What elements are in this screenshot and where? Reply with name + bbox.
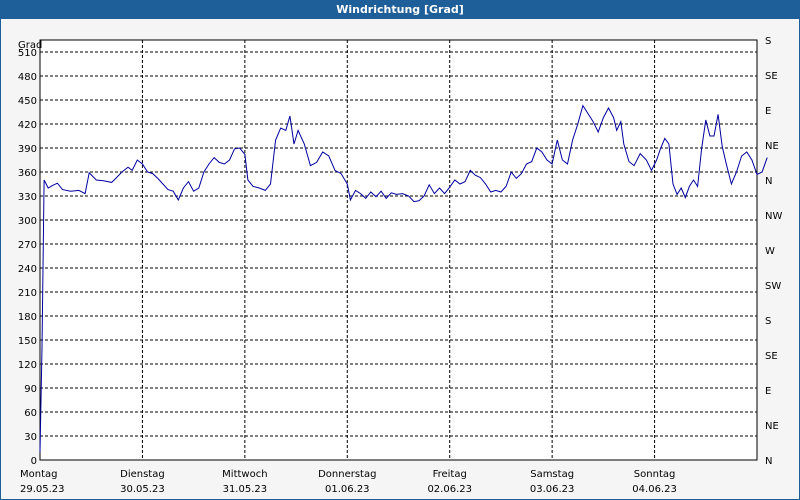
- y2-tick-label: SW: [765, 281, 781, 292]
- x-tick-date: 03.06.23: [530, 484, 575, 495]
- y-tick-label: 450: [18, 96, 37, 107]
- y-tick-label: 300: [18, 216, 37, 227]
- y-tick-label: 120: [18, 360, 37, 371]
- x-tick-date: 01.06.23: [325, 484, 370, 495]
- x-tick-day: Montag: [20, 469, 57, 480]
- x-axis-ticks: Montag 29.05.23 Dienstag 30.05.23 Mittwoch 31…: [20, 469, 677, 495]
- y-tick-label: 360: [18, 168, 37, 179]
- y-tick-label: 60: [24, 408, 37, 419]
- y2-tick-label: SE: [765, 71, 778, 82]
- y-tick-label: 90: [24, 384, 37, 395]
- y2-tick-label: S: [765, 316, 771, 327]
- x-tick-date: 29.05.23: [20, 484, 65, 495]
- y-tick-label: 420: [18, 120, 37, 131]
- plot-area: [39, 39, 758, 461]
- x-tick-day: Mittwoch: [222, 469, 267, 480]
- x-tick-day: Dienstag: [120, 469, 165, 480]
- y2-tick-label: NE: [765, 141, 779, 152]
- y-tick-label: 30: [24, 432, 37, 443]
- y2-tick-label: SE: [765, 351, 778, 362]
- y2-tick-label: NE: [765, 421, 779, 432]
- wind-direction-chart: 0 30 60 90 120 150 180 210 240 270 300 330 360 390 420…: [18, 36, 783, 495]
- y-tick-label: 240: [18, 264, 37, 275]
- y-axis-ticks: 0 30 60 90 120 150 180 210 240 270 300 330 360 390 420…: [18, 48, 37, 467]
- x-tick-day: Sonntag: [634, 469, 676, 480]
- x-tick-date: 30.05.23: [120, 484, 165, 495]
- x-tick-day: Freitag: [433, 469, 467, 480]
- y2-tick-label: E: [765, 386, 771, 397]
- y2-tick-label: NW: [765, 211, 782, 222]
- y-tick-label: 480: [18, 72, 37, 83]
- y-tick-label: 270: [18, 240, 37, 251]
- x-tick-day: Donnerstag: [318, 469, 376, 480]
- y2-tick-label: E: [765, 106, 771, 117]
- y2-tick-label: N: [765, 176, 772, 187]
- x-tick-day: Samstag: [530, 469, 574, 480]
- y2-axis-ticks: N NE E SE S SW W NW N NE E SE S: [765, 36, 782, 467]
- y-tick-label: 150: [18, 336, 37, 347]
- y-axis-label: Grad: [18, 40, 42, 51]
- y2-tick-label: S: [765, 36, 771, 47]
- y-tick-label: 390: [18, 144, 37, 155]
- x-tick-date: 04.06.23: [632, 484, 677, 495]
- y-tick-label: 210: [18, 288, 37, 299]
- y-tick-label: 180: [18, 312, 37, 323]
- x-tick-date: 31.05.23: [223, 484, 268, 495]
- y-tick-label: 0: [31, 456, 37, 467]
- y-tick-label: 330: [18, 192, 37, 203]
- y2-tick-label: W: [765, 246, 775, 257]
- y2-tick-label: N: [765, 456, 772, 467]
- x-tick-date: 02.06.23: [427, 484, 472, 495]
